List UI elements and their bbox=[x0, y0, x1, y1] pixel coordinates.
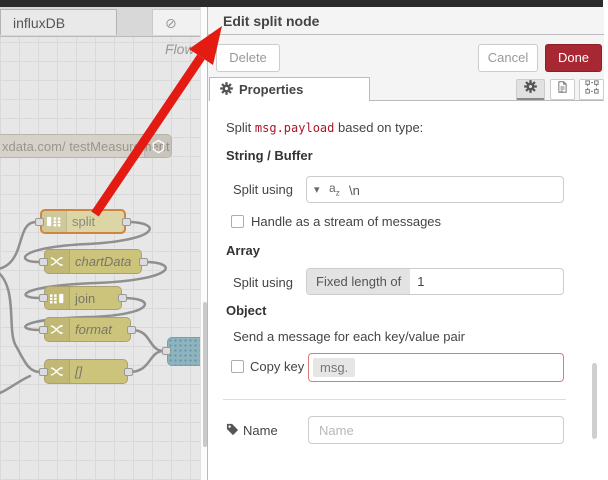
array-split-using-label: Split using bbox=[233, 275, 293, 290]
port-in[interactable] bbox=[162, 347, 171, 355]
appearance-tab-button[interactable] bbox=[579, 79, 604, 100]
copy-key-input[interactable]: msg. bbox=[308, 353, 564, 382]
intro-post: based on type: bbox=[334, 120, 424, 135]
intro-pre: Split bbox=[226, 120, 255, 135]
typedinput-caret-icon[interactable]: ▾ bbox=[314, 183, 320, 196]
split-using-label: Split using bbox=[233, 182, 293, 197]
node-label: join bbox=[75, 290, 96, 306]
string-split-value[interactable]: \n bbox=[349, 183, 360, 198]
tab-properties-label: Properties bbox=[239, 82, 304, 97]
cancel-button[interactable]: Cancel bbox=[478, 44, 538, 72]
node-split[interactable]: split bbox=[40, 209, 126, 234]
node-label: split bbox=[72, 214, 96, 229]
array-split-input[interactable]: Fixed length of 1 bbox=[306, 268, 564, 295]
ban-icon: ⊘ bbox=[165, 15, 177, 31]
port-in[interactable] bbox=[39, 368, 48, 376]
port-in[interactable] bbox=[39, 258, 48, 266]
document-icon bbox=[556, 80, 569, 99]
node-format[interactable]: format bbox=[44, 317, 131, 342]
influxdb-icon bbox=[144, 135, 171, 157]
gear-icon bbox=[524, 80, 537, 98]
form-divider bbox=[223, 399, 566, 400]
gear-icon bbox=[220, 81, 233, 98]
intro-sentence: Split msg.payload based on type: bbox=[226, 120, 423, 135]
tab-influxdb-label: influxDB bbox=[13, 15, 66, 31]
name-placeholder: Name bbox=[319, 423, 354, 438]
function-icon bbox=[45, 360, 70, 383]
function-icon bbox=[45, 318, 70, 341]
port-out[interactable] bbox=[122, 218, 131, 226]
port-out[interactable] bbox=[127, 326, 136, 334]
tab-properties[interactable]: Properties bbox=[209, 77, 370, 101]
delete-button[interactable]: Delete bbox=[216, 44, 280, 72]
node-label: [] bbox=[75, 364, 83, 379]
name-label: Name bbox=[243, 423, 278, 438]
join-icon bbox=[45, 287, 70, 309]
node-join[interactable]: join bbox=[44, 286, 122, 310]
port-out[interactable] bbox=[118, 294, 127, 302]
msg-payload-code: msg.payload bbox=[254, 121, 335, 135]
port-in[interactable] bbox=[35, 218, 44, 226]
selection-box-icon bbox=[584, 80, 599, 99]
string-split-typedinput[interactable]: ▾ az \n bbox=[306, 176, 564, 203]
properties-tab-button[interactable] bbox=[516, 79, 545, 100]
app-header-strip bbox=[0, 0, 603, 7]
split-icon bbox=[42, 211, 67, 232]
done-button[interactable]: Done bbox=[545, 44, 602, 72]
node-influxdb-out[interactable]: xdata.com/ testMeasurement bbox=[0, 134, 172, 158]
string-buffer-heading: String / Buffer bbox=[226, 148, 313, 163]
node-chartdata[interactable]: chartData bbox=[44, 249, 142, 274]
array-split-value[interactable]: 1 bbox=[410, 269, 424, 294]
port-in[interactable] bbox=[39, 326, 48, 334]
object-heading: Object bbox=[226, 303, 267, 318]
tab-flow-label: Flow bbox=[165, 41, 195, 57]
port-in[interactable] bbox=[39, 294, 48, 302]
workspace-tabbar: influxDB ⊘ Flow bbox=[0, 7, 212, 57]
string-type-icon[interactable]: az bbox=[329, 181, 340, 197]
name-input[interactable]: Name bbox=[308, 416, 564, 444]
split-node-form: Split msg.payload based on type: String … bbox=[208, 101, 604, 480]
node-brackets[interactable]: [] bbox=[44, 359, 128, 384]
msg-key-prefix: msg. bbox=[313, 358, 356, 377]
tag-icon bbox=[226, 423, 239, 439]
panel-title: Edit split node bbox=[223, 13, 320, 29]
tab-influxdb[interactable]: influxDB bbox=[0, 9, 117, 35]
stream-checkbox-label: Handle as a stream of messages bbox=[251, 214, 442, 229]
edit-split-node-panel: Edit split node Delete Cancel Done Prope… bbox=[207, 7, 604, 480]
node-label: chartData bbox=[75, 254, 132, 269]
copy-key-checkbox[interactable] bbox=[231, 360, 244, 373]
port-out[interactable] bbox=[124, 368, 133, 376]
stream-checkbox[interactable] bbox=[231, 215, 244, 228]
port-out[interactable] bbox=[139, 258, 148, 266]
panel-header: Edit split node bbox=[208, 7, 604, 35]
description-tab-button[interactable] bbox=[550, 79, 575, 100]
fixed-length-prefix: Fixed length of bbox=[307, 269, 411, 294]
function-icon bbox=[45, 250, 70, 273]
array-heading: Array bbox=[226, 243, 260, 258]
object-description: Send a message for each key/value pair bbox=[233, 329, 465, 344]
node-label: format bbox=[75, 322, 112, 337]
panel-scrollbar-thumb[interactable] bbox=[592, 363, 597, 439]
